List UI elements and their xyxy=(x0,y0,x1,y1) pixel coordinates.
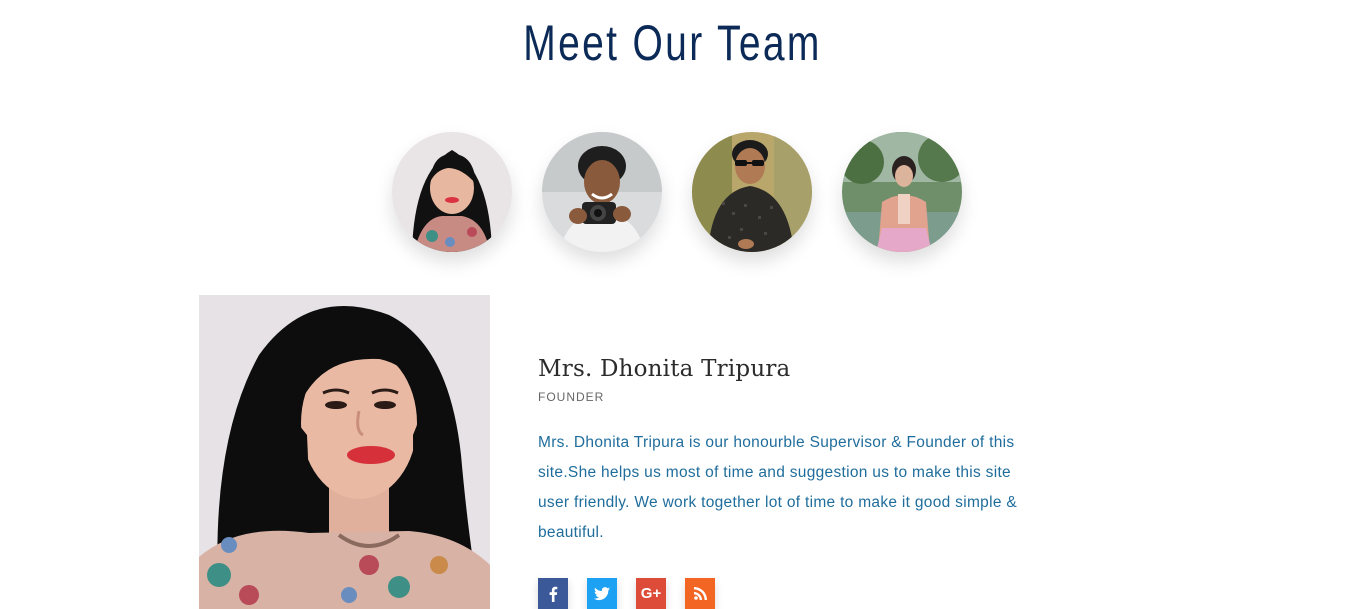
team-page: Meet Our Team Mrs. Dhonita Tripura FOUND… xyxy=(0,0,1345,609)
google-plus-label: G+ xyxy=(640,585,662,602)
member-bio: Mrs. Dhonita Tripura is our honourble Su… xyxy=(538,434,1017,541)
member-profile: Mrs. Dhonita Tripura FOUNDER Mrs. Dhonit… xyxy=(538,356,1038,548)
section-title: Meet Our Team xyxy=(523,15,822,71)
member-name: Mrs. Dhonita Tripura xyxy=(538,356,791,382)
team-avatar-4[interactable] xyxy=(842,132,962,252)
woman-portrait-icon xyxy=(199,295,490,609)
selected-member-photo xyxy=(199,295,490,609)
man-with-sunglasses-icon xyxy=(692,132,812,252)
twitter-glyph xyxy=(594,586,610,600)
facebook-icon[interactable] xyxy=(538,578,568,609)
woman-outdoors-icon xyxy=(842,132,962,252)
man-with-camera-icon xyxy=(542,132,662,252)
member-role: FOUNDER xyxy=(538,390,605,404)
facebook-glyph xyxy=(549,586,558,602)
team-avatar-1[interactable] xyxy=(392,132,512,252)
team-avatar-2[interactable] xyxy=(542,132,662,252)
team-avatar-3[interactable] xyxy=(692,132,812,252)
rss-glyph xyxy=(693,587,707,600)
twitter-icon[interactable] xyxy=(587,578,617,609)
woman-portrait-icon xyxy=(392,132,512,252)
team-avatars xyxy=(392,132,962,252)
rss-icon[interactable] xyxy=(685,578,715,609)
social-links: G+ xyxy=(538,578,715,609)
google-plus-icon[interactable]: G+ xyxy=(636,578,666,609)
